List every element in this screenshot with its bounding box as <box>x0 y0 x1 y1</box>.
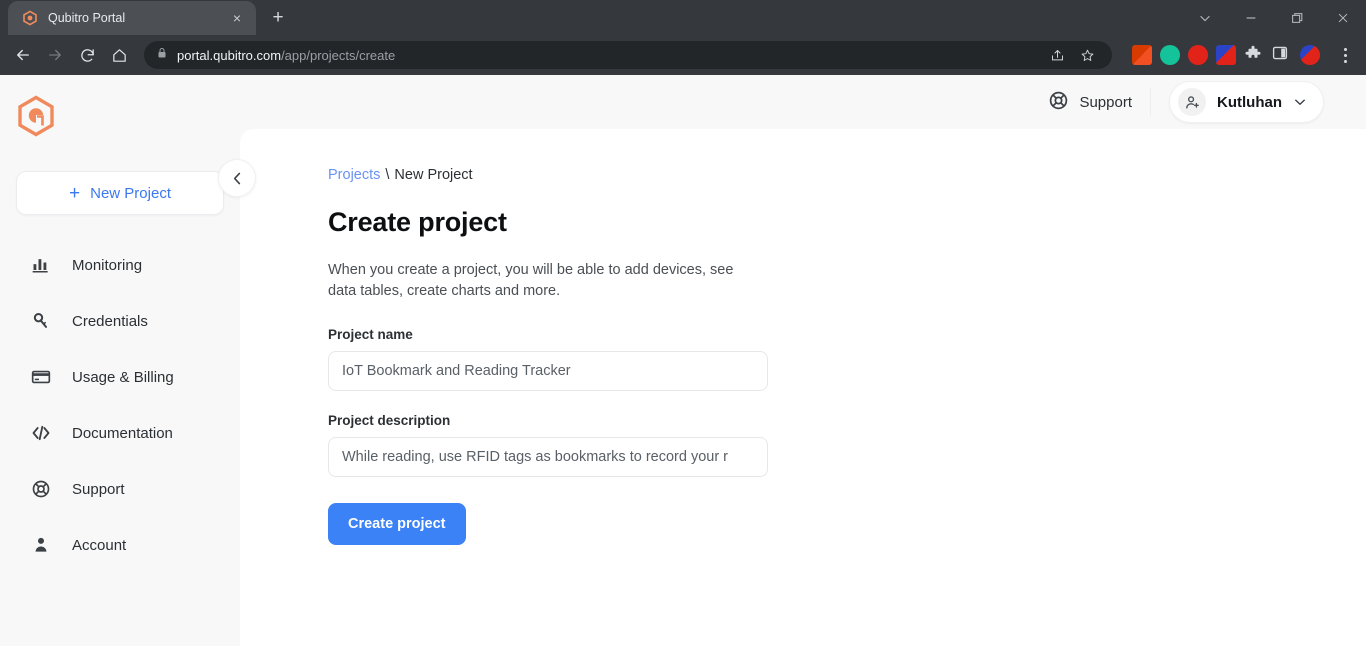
project-name-field-group: Project name <box>328 327 1366 391</box>
minimize-icon[interactable] <box>1228 0 1274 35</box>
user-name-label: Kutluhan <box>1217 94 1282 111</box>
profile-avatar-icon[interactable] <box>1300 45 1320 65</box>
content-card: Projects \ New Project Create project When… <box>240 129 1366 646</box>
app-body: + New Project Monitoring <box>0 75 1366 646</box>
page-description: When you create a project, you will be a… <box>328 260 758 301</box>
app-topbar: Support Kutluhan <box>1048 75 1366 129</box>
sidebar-nav: Monitoring Credentials <box>0 237 240 573</box>
qubitro-logo-icon <box>22 10 38 26</box>
project-description-input[interactable] <box>328 437 768 477</box>
chevron-down-icon[interactable] <box>1182 0 1228 35</box>
new-project-label: New Project <box>90 185 171 202</box>
tab-close-icon[interactable]: × <box>228 9 246 27</box>
sidebar-item-documentation[interactable]: Documentation <box>0 405 240 461</box>
home-icon[interactable] <box>104 40 134 70</box>
forward-arrow-icon[interactable] <box>40 40 70 70</box>
breadcrumb-separator: \ <box>385 167 389 183</box>
lifebuoy-icon <box>1048 90 1069 115</box>
extension-adblock-icon[interactable] <box>1188 45 1208 65</box>
plus-icon: + <box>69 184 80 203</box>
credit-card-icon <box>30 366 52 388</box>
browser-menu-icon[interactable] <box>1332 40 1358 70</box>
project-description-label: Project description <box>328 413 1366 428</box>
sidebar-item-usage-billing[interactable]: Usage & Billing <box>0 349 240 405</box>
code-brackets-icon <box>30 422 52 444</box>
user-menu-button[interactable]: Kutluhan <box>1169 81 1324 123</box>
breadcrumb: Projects \ New Project <box>328 167 1366 183</box>
sidebar-item-label: Credentials <box>72 313 148 330</box>
user-add-avatar-icon <box>1178 88 1206 116</box>
sidebar-item-label: Account <box>72 537 126 554</box>
address-bar[interactable]: portal.qubitro.com/app/projects/create <box>144 41 1112 69</box>
lock-icon <box>156 46 168 64</box>
extension-blue-red-icon[interactable] <box>1216 45 1236 65</box>
extension-office-icon[interactable] <box>1132 45 1152 65</box>
address-bar-url: portal.qubitro.com/app/projects/create <box>177 48 1035 63</box>
maximize-icon[interactable] <box>1274 0 1320 35</box>
url-domain: portal.qubitro.com <box>177 48 281 63</box>
sidebar-item-account[interactable]: Account <box>0 517 240 573</box>
new-project-button[interactable]: + New Project <box>16 171 224 215</box>
reload-icon[interactable] <box>72 40 102 70</box>
chevron-down-icon <box>1293 95 1307 109</box>
bar-chart-icon <box>30 254 52 276</box>
sidebar-item-label: Usage & Billing <box>72 369 174 386</box>
browser-window: Qubitro Portal × + <box>0 0 1366 646</box>
topbar-divider <box>1150 88 1151 116</box>
project-name-input[interactable] <box>328 351 768 391</box>
sidebar-item-label: Monitoring <box>72 257 142 274</box>
content-area: Support Kutluhan <box>240 75 1366 646</box>
qubitro-logo-icon <box>16 95 56 139</box>
browser-titlebar: Qubitro Portal × + <box>0 0 1366 35</box>
extensions-puzzle-icon[interactable] <box>1244 45 1264 65</box>
url-path: /app/projects/create <box>281 48 395 63</box>
breadcrumb-projects-link[interactable]: Projects <box>328 167 380 183</box>
sidebar-item-label: Support <box>72 481 125 498</box>
key-icon <box>30 310 52 332</box>
sidebar-item-credentials[interactable]: Credentials <box>0 293 240 349</box>
new-tab-button[interactable]: + <box>264 4 292 32</box>
side-panel-icon[interactable] <box>1272 45 1292 65</box>
sidebar-item-monitoring[interactable]: Monitoring <box>0 237 240 293</box>
sidebar-item-support[interactable]: Support <box>0 461 240 517</box>
browser-toolbar: portal.qubitro.com/app/projects/create <box>0 35 1366 75</box>
person-icon <box>30 534 52 556</box>
browser-tab[interactable]: Qubitro Portal × <box>8 1 256 35</box>
create-project-button[interactable]: Create project <box>328 503 466 545</box>
extension-grammarly-icon[interactable] <box>1160 45 1180 65</box>
share-icon[interactable] <box>1044 42 1070 68</box>
support-label: Support <box>1079 94 1132 111</box>
page-title: Create project <box>328 207 1366 238</box>
project-description-field-group: Project description <box>328 413 1366 477</box>
sidebar-collapse-button[interactable] <box>218 159 256 197</box>
breadcrumb-current: New Project <box>394 167 472 183</box>
address-bar-actions <box>1044 42 1100 68</box>
browser-tab-title: Qubitro Portal <box>48 11 218 25</box>
bookmark-star-icon[interactable] <box>1074 42 1100 68</box>
project-name-label: Project name <box>328 327 1366 342</box>
window-controls <box>1182 0 1366 35</box>
lifebuoy-icon <box>30 478 52 500</box>
extension-icons <box>1122 40 1358 70</box>
sidebar-item-label: Documentation <box>72 425 173 442</box>
back-arrow-icon[interactable] <box>8 40 38 70</box>
support-link[interactable]: Support <box>1048 90 1150 115</box>
close-icon[interactable] <box>1320 0 1366 35</box>
sidebar: + New Project Monitoring <box>0 75 240 646</box>
